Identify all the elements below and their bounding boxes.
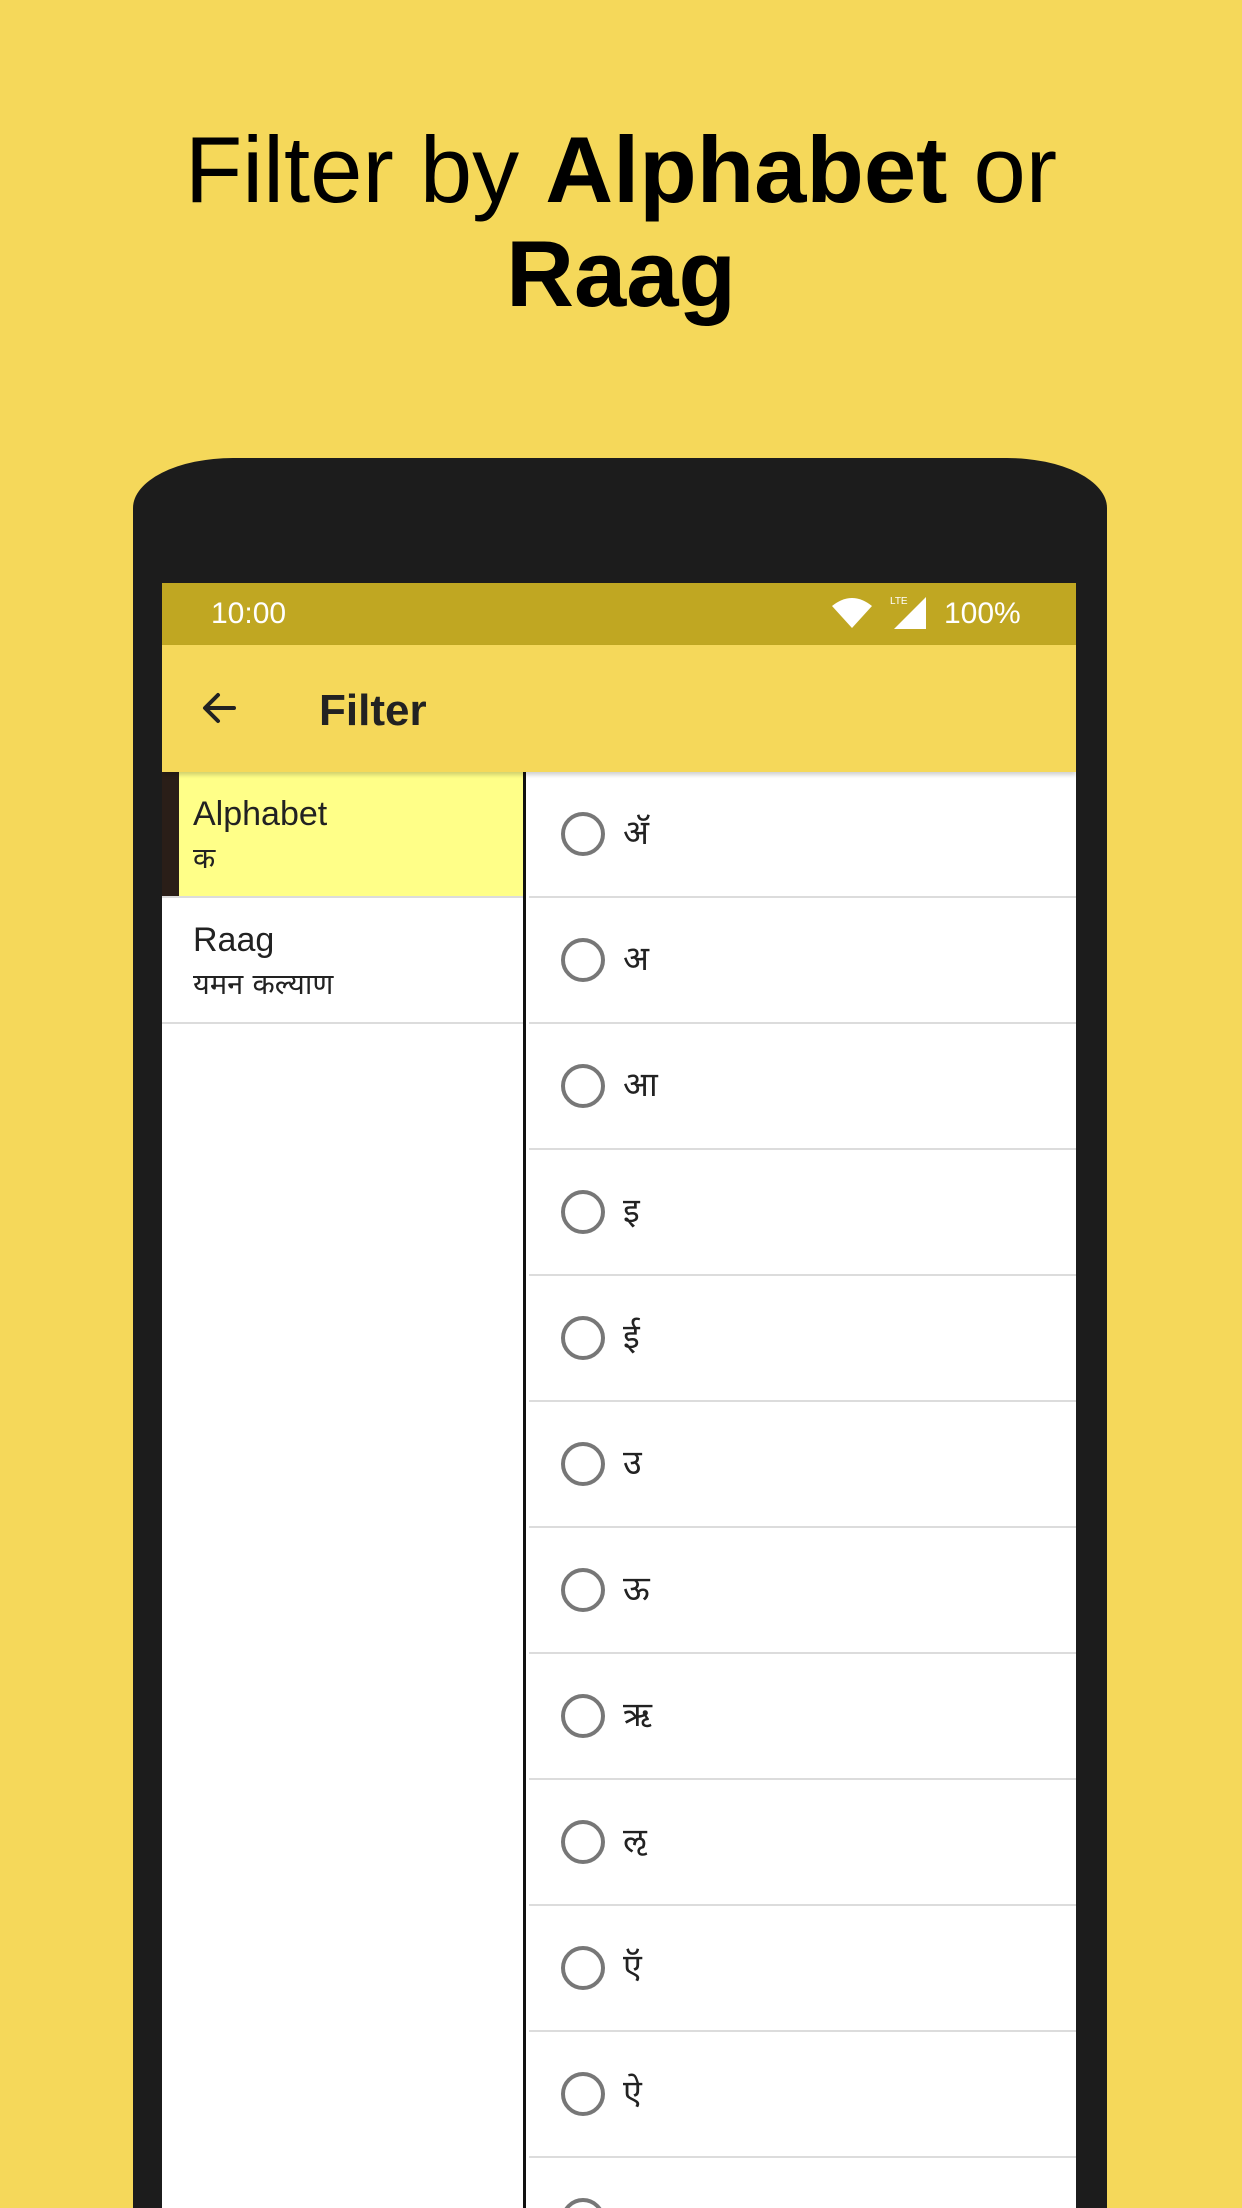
list-item[interactable]: ई (529, 1276, 1076, 1402)
phone-screen: 10:00 LTE 100% Filter Alphabet क Raag यम… (162, 583, 1076, 2208)
option-label: ऍ (623, 1947, 642, 1987)
option-label: इ (623, 1191, 640, 1231)
list-item[interactable]: अ (529, 898, 1076, 1024)
headline-line-1: Filter by Alphabet or (0, 118, 1242, 222)
radio-button[interactable] (561, 1190, 605, 1234)
list-item[interactable]: ऌ (529, 1780, 1076, 1906)
category-label: Alphabet (193, 795, 328, 833)
list-item[interactable]: ॲ (529, 772, 1076, 898)
category-selected-value: क (193, 841, 216, 875)
headline-bold-alphabet: Alphabet (545, 117, 948, 222)
headline-text: Filter by (184, 117, 546, 222)
headline-bold-raag: Raag (506, 221, 736, 326)
radio-button[interactable] (561, 1442, 605, 1486)
list-item[interactable]: ए (529, 2158, 1076, 2208)
category-label: Raag (193, 921, 275, 959)
alphabet-option-list: ॲ अ आ इ ई उ ऊ ऋ ऌ ऍ ऐ ए (529, 772, 1076, 2208)
battery-percent: 100% (944, 597, 1021, 630)
headline-text-or: or (947, 117, 1058, 222)
radio-button[interactable] (561, 1316, 605, 1360)
filter-category-alphabet[interactable]: Alphabet क (162, 772, 523, 898)
headline: Filter by Alphabet or Raag (0, 118, 1242, 326)
list-item[interactable]: ऐ (529, 2032, 1076, 2158)
lte-badge: LTE (890, 596, 908, 607)
option-label: ऌ (623, 1821, 647, 1861)
radio-button[interactable] (561, 2072, 605, 2116)
radio-button[interactable] (561, 1694, 605, 1738)
radio-button[interactable] (561, 1820, 605, 1864)
option-label: ऐ (623, 2073, 642, 2113)
list-item[interactable]: ऍ (529, 1906, 1076, 2032)
option-label: आ (623, 1065, 658, 1105)
list-item[interactable]: ऋ (529, 1654, 1076, 1780)
list-item[interactable]: ऊ (529, 1528, 1076, 1654)
list-item[interactable]: आ (529, 1024, 1076, 1150)
signal-icon: LTE (890, 596, 926, 629)
radio-button[interactable] (561, 1568, 605, 1612)
status-bar: 10:00 LTE 100% (162, 583, 1076, 645)
filter-category-raag[interactable]: Raag यमन कल्याण (162, 898, 523, 1024)
app-bar: Filter (162, 645, 1076, 772)
category-selected-value: यमन कल्याण (193, 967, 334, 1001)
wifi-icon (832, 598, 872, 628)
option-label: ई (623, 1317, 640, 1357)
radio-button[interactable] (561, 812, 605, 856)
list-item[interactable]: उ (529, 1402, 1076, 1528)
option-label: ऊ (623, 1569, 650, 1609)
radio-button[interactable] (561, 1946, 605, 1990)
radio-button[interactable] (561, 2198, 605, 2208)
page-title: Filter (319, 686, 427, 735)
radio-button[interactable] (561, 938, 605, 982)
radio-button[interactable] (561, 1064, 605, 1108)
list-item[interactable]: इ (529, 1150, 1076, 1276)
filter-category-list: Alphabet क Raag यमन कल्याण (162, 772, 526, 2208)
option-label: उ (623, 1443, 642, 1483)
option-label: ॲ (623, 813, 649, 853)
option-label: ऋ (623, 1695, 653, 1735)
status-time: 10:00 (211, 597, 287, 630)
arrow-back-icon[interactable] (196, 685, 242, 731)
option-label: अ (623, 939, 649, 979)
option-label: ए (623, 2196, 642, 2208)
